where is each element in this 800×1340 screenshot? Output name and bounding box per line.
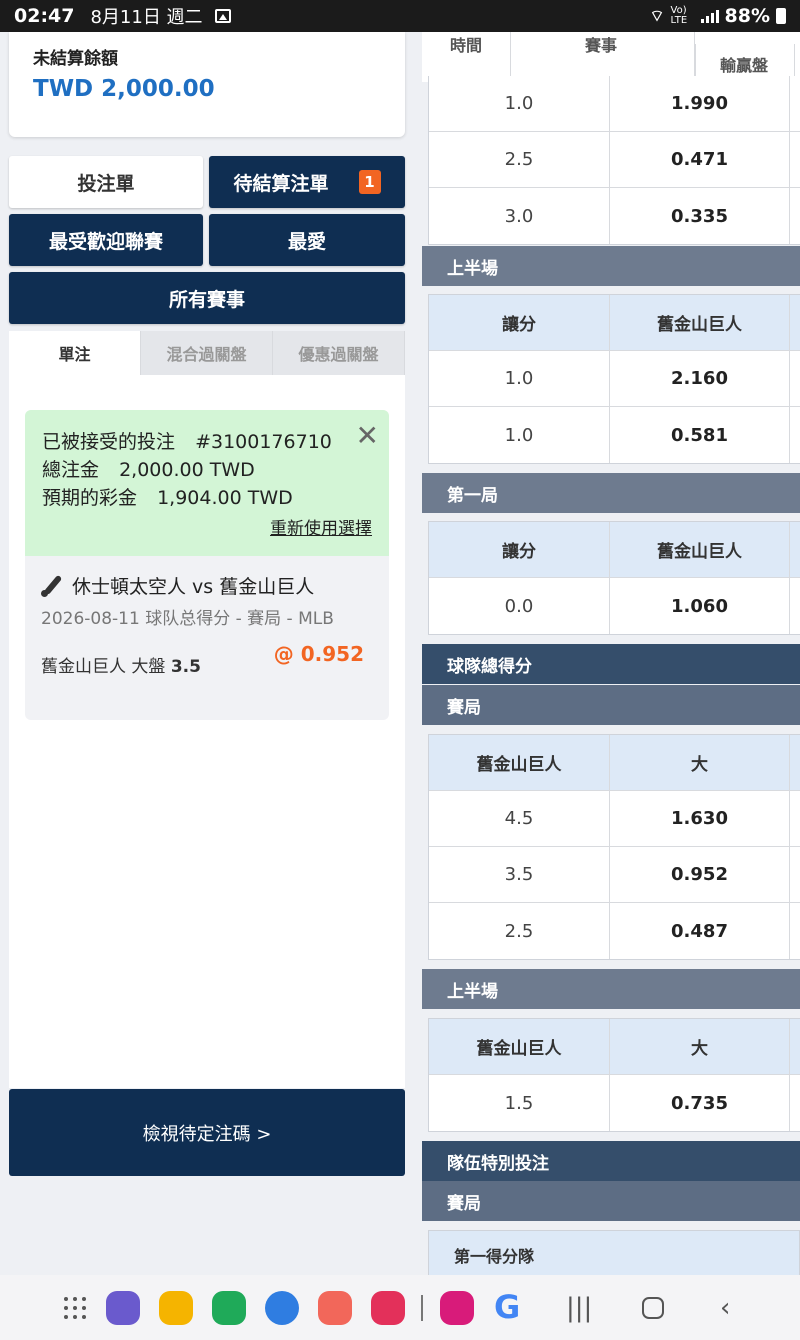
table-row[interactable]: 1.0 1.990 [429, 76, 800, 132]
signal-icon [700, 9, 719, 23]
favorites-button[interactable]: 最愛 [209, 214, 405, 266]
tab-single[interactable]: 單注 [9, 331, 141, 375]
section-first-half[interactable]: 上半場 [422, 246, 800, 286]
stake-value: 2,000.00 TWD [119, 459, 255, 481]
ticket-number: #3100176710 [195, 431, 332, 453]
view-pending-label: 檢視待定注碼 > [142, 1123, 272, 1145]
close-icon[interactable]: ✕ [356, 422, 379, 450]
reuse-selection-link[interactable]: 重新使用選擇 [270, 514, 372, 539]
stake-label: 總注金 [42, 459, 100, 481]
internet-browser-icon[interactable] [106, 1291, 140, 1325]
selection-team: 舊金山巨人 大盤 [41, 657, 166, 677]
all-events-label: 所有賽事 [168, 288, 245, 311]
header-time: 時間 [422, 32, 511, 82]
team-total-first-half-table: 舊金山巨人 大 1.5 0.735 [428, 1018, 800, 1132]
balance-value: TWD 2,000.00 [33, 76, 215, 102]
tab-parlay[interactable]: 混合過關盤 [141, 331, 273, 375]
payout-label: 預期的彩金 [42, 487, 138, 509]
handicap-table: 1.0 1.990 2.5 0.471 3.0 0.335 [428, 76, 800, 245]
pending-bets-label: 待結算注單 [233, 172, 329, 195]
date: 8月11日 週二 [90, 7, 203, 28]
camera-icon[interactable] [371, 1291, 405, 1325]
wifi-icon: ⌔ [649, 6, 665, 25]
table-row[interactable]: 1.0 2.160 [429, 351, 800, 407]
odds-header: 時間 賽事 輸贏盤 [422, 32, 800, 82]
view-pending-button[interactable]: 檢視待定注碼 > [9, 1089, 405, 1176]
battery-icon [776, 8, 786, 24]
table-row[interactable]: 1.0 0.581 [429, 407, 800, 463]
table-row[interactable]: 0.0 1.060 [429, 578, 800, 634]
home-icon[interactable] [642, 1297, 664, 1319]
table-header-row: 舊金山巨人 大 [429, 735, 800, 791]
clock: 02:47 [14, 5, 75, 27]
gallery-notification-icon [214, 9, 231, 23]
baseball-icon [40, 574, 64, 598]
android-nav-bar: G ||| ‹ [0, 1275, 800, 1340]
section-team-special[interactable]: 隊伍特別投注 [422, 1141, 800, 1181]
pending-count-badge: 1 [358, 170, 381, 194]
balance-card: 未結算餘額 TWD 2,000.00 [9, 32, 405, 137]
google-icon[interactable]: G [494, 1289, 520, 1325]
my-files-icon[interactable] [159, 1291, 193, 1325]
section-team-total[interactable]: 球隊總得分 [422, 644, 800, 684]
section-team-total-first-half[interactable]: 上半場 [422, 969, 800, 1009]
table-header-row: 舊金山巨人 大 [429, 1019, 800, 1075]
first-half-table: 讓分 舊金山巨人 1.0 2.160 1.0 0.581 [428, 294, 800, 464]
table-row[interactable]: 3.0 0.335 [429, 188, 800, 244]
odds-panel: 時間 賽事 輸贏盤 1.0 1.990 2.5 0.471 3.0 0.335 … [422, 32, 800, 1275]
table-row[interactable]: 3.5 0.952 [429, 847, 800, 903]
pending-bets-button[interactable]: 待結算注單 1 [209, 156, 405, 208]
section-game[interactable]: 賽局 [422, 685, 800, 725]
popular-leagues-label: 最受歡迎聯賽 [48, 230, 163, 253]
selection-line: 3.5 [170, 657, 201, 677]
section-team-special-game[interactable]: 賽局 [422, 1181, 800, 1221]
accepted-title-row: 已被接受的投注 #3100176710 [42, 427, 332, 454]
phone-icon[interactable] [212, 1291, 246, 1325]
tab-promo-parlay[interactable]: 優惠過關盤 [273, 331, 405, 375]
table-row[interactable]: 2.5 0.487 [429, 903, 800, 959]
table-row[interactable]: 2.5 0.471 [429, 132, 800, 188]
team-total-table: 舊金山巨人 大 4.5 1.630 3.5 0.952 2.5 0.487 [428, 734, 800, 960]
all-events-button[interactable]: 所有賽事 [9, 272, 405, 324]
section-first-inning[interactable]: 第一局 [422, 473, 800, 513]
accepted-bet-header: 已被接受的投注 #3100176710 ✕ 總注金 2,000.00 TWD 預… [25, 410, 389, 556]
table-header-row: 讓分 舊金山巨人 [429, 522, 800, 578]
balance-label: 未結算餘額 [33, 49, 118, 69]
accepted-bet-card: 已被接受的投注 #3100176710 ✕ 總注金 2,000.00 TWD 預… [25, 410, 389, 720]
volte-indicator: Vo) LTE [670, 5, 688, 26]
battery-level: 88% [724, 5, 770, 27]
match-row: 休士頓太空人 vs 舊金山巨人 [40, 572, 314, 599]
header-event: 賽事 [511, 32, 695, 82]
match-meta: 2026-08-11 球队总得分 - 賽局 - MLB [41, 609, 334, 629]
app-drawer-icon[interactable] [64, 1297, 86, 1319]
status-bar: 02:47 8月11日 週二 ⌔ Vo) LTE 88% [0, 0, 800, 32]
contacts-icon[interactable] [318, 1291, 352, 1325]
betslip-button[interactable]: 投注單 [9, 156, 203, 208]
gallery-icon[interactable] [440, 1291, 474, 1325]
dock-divider [421, 1295, 423, 1321]
accepted-title: 已被接受的投注 [42, 431, 176, 453]
bet-odds: @ 0.952 [273, 642, 364, 666]
table-row[interactable]: 4.5 1.630 [429, 791, 800, 847]
first-inning-table: 讓分 舊金山巨人 0.0 1.060 [428, 521, 800, 635]
messages-icon[interactable] [265, 1291, 299, 1325]
popular-leagues-button[interactable]: 最受歡迎聯賽 [9, 214, 203, 266]
bet-type-tabs: 單注 混合過關盤 優惠過關盤 [9, 331, 405, 375]
back-icon[interactable]: ‹ [720, 1295, 730, 1321]
betslip-label: 投注單 [77, 172, 135, 195]
match-name: 休士頓太空人 vs 舊金山巨人 [72, 576, 315, 598]
recent-apps-icon[interactable]: ||| [566, 1295, 592, 1321]
favorites-label: 最愛 [287, 230, 326, 253]
table-row[interactable]: 1.5 0.735 [429, 1075, 800, 1131]
selection: 舊金山巨人 大盤 3.5 [41, 652, 201, 677]
payout-value: 1,904.00 TWD [157, 487, 293, 509]
table-header-row: 讓分 舊金山巨人 [429, 295, 800, 351]
stake-row: 總注金 2,000.00 TWD [42, 455, 255, 482]
first-score-team-header[interactable]: 第一得分隊 [428, 1230, 800, 1275]
payout-row: 預期的彩金 1,904.00 TWD [42, 483, 293, 510]
